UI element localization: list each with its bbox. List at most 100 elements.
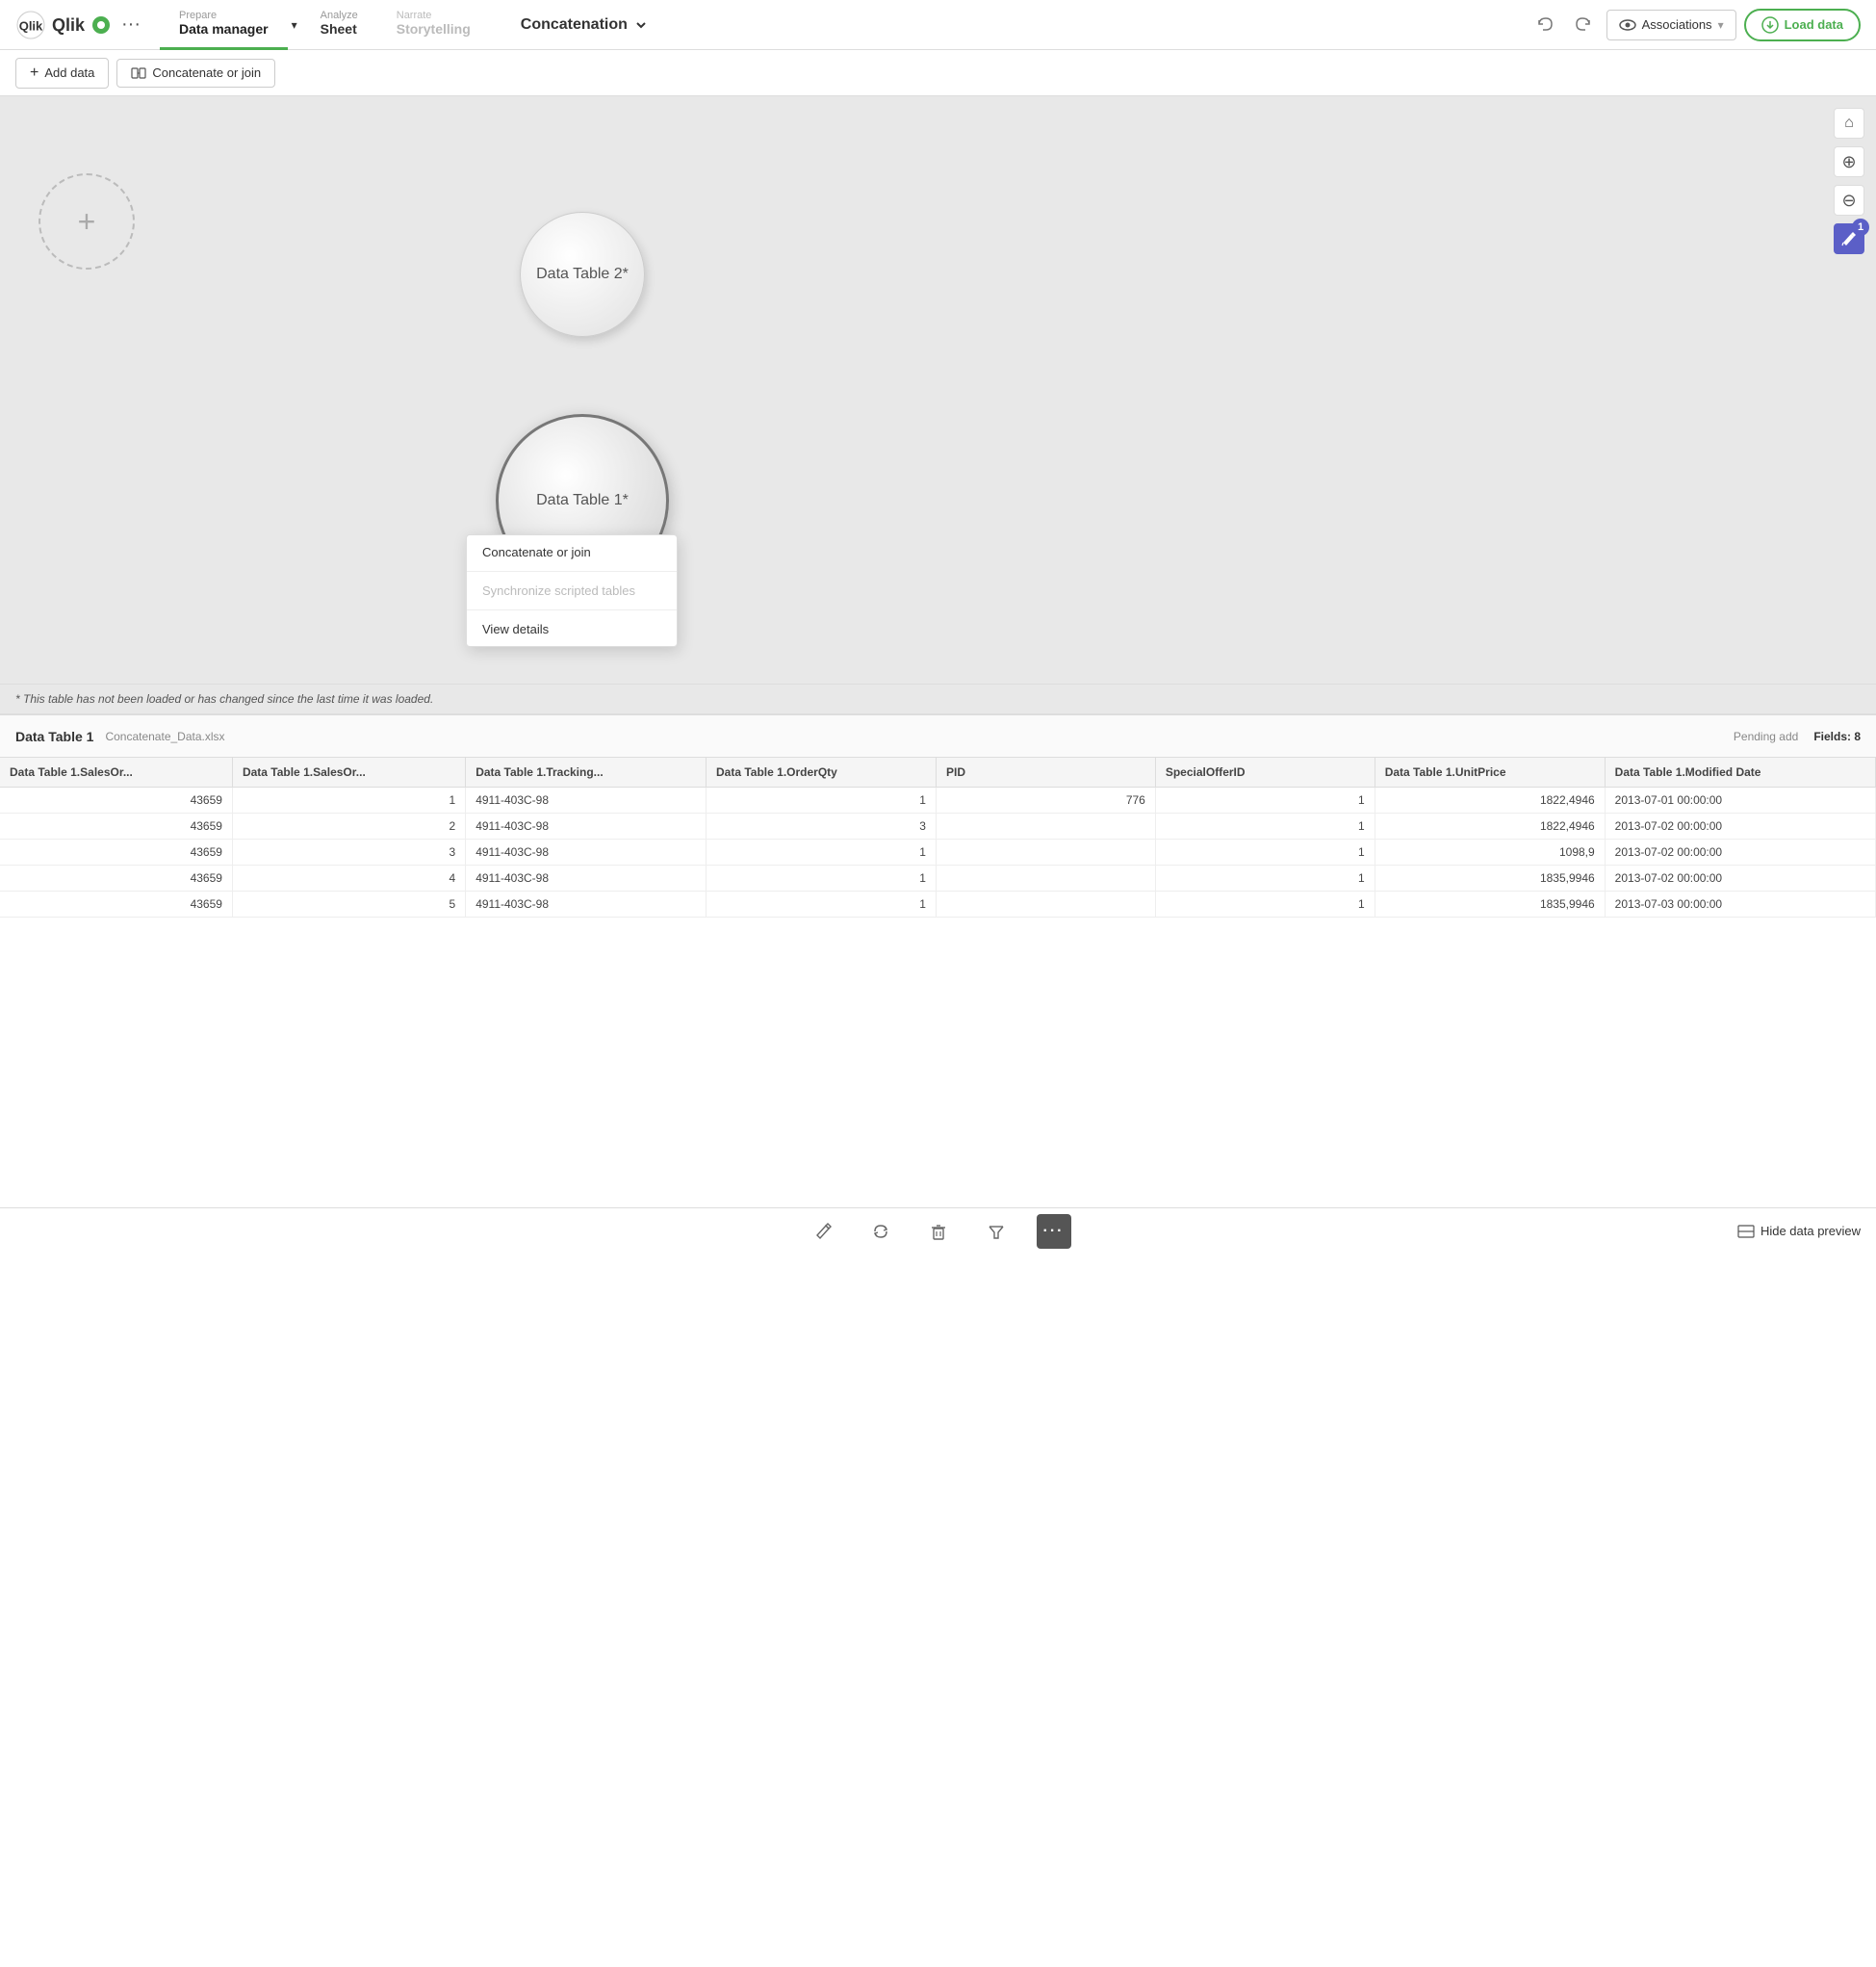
qlik-accent-icon <box>92 16 110 34</box>
filter-icon <box>987 1222 1006 1241</box>
add-data-label: Add data <box>44 65 94 80</box>
concatenation-dropdown-button[interactable]: Concatenation <box>509 11 660 39</box>
concatenate-join-button[interactable]: Concatenate or join <box>116 59 275 88</box>
table-cell: 4911-403C-98 <box>466 814 707 840</box>
add-data-button[interactable]: + Add data <box>15 58 109 89</box>
refresh-bottom-button[interactable] <box>863 1214 898 1249</box>
load-data-button[interactable]: Load data <box>1744 9 1861 41</box>
table-cell: 43659 <box>0 840 232 866</box>
table-cell: 2013-07-02 00:00:00 <box>1605 840 1875 866</box>
context-menu-sync-scripted: Synchronize scripted tables <box>467 574 677 608</box>
table-header-row: Data Table 1.SalesOr...Data Table 1.Sale… <box>0 758 1876 788</box>
table-cell: 2013-07-02 00:00:00 <box>1605 866 1875 892</box>
table-cell: 1 <box>707 840 937 866</box>
zoom-in-icon: ⊕ <box>1841 152 1856 172</box>
table-cell: 1822,4946 <box>1375 788 1605 814</box>
more-dots-icon: ··· <box>1043 1223 1065 1240</box>
nav-prepare[interactable]: Prepare Data manager <box>160 0 288 50</box>
data-preview: Data Table 1 Concatenate_Data.xlsx Pendi… <box>0 713 1876 1967</box>
canvas-edit-button[interactable]: 1 <box>1834 223 1864 254</box>
filter-bottom-button[interactable] <box>979 1214 1014 1249</box>
load-data-label: Load data <box>1785 17 1843 32</box>
table-row: 4365944911-403C-98111835,99462013-07-02 … <box>0 866 1876 892</box>
table-row: 4365914911-403C-98177611822,49462013-07-… <box>0 788 1876 814</box>
edit-bottom-icon <box>813 1222 833 1241</box>
context-menu-divider-2 <box>467 609 677 610</box>
table-cell: 1 <box>1155 840 1375 866</box>
nav-analyze-sub: Analyze <box>321 10 358 21</box>
delete-icon <box>929 1222 948 1241</box>
associations-button[interactable]: Associations ▾ <box>1606 10 1736 40</box>
redo-button[interactable] <box>1568 10 1599 40</box>
nav-prepare-sub: Prepare <box>179 10 217 21</box>
canvas-home-button[interactable]: ⌂ <box>1834 108 1864 139</box>
table-cell: 4911-403C-98 <box>466 840 707 866</box>
qlik-logo-q-icon: Qlik <box>52 15 87 35</box>
table-header-cell: Data Table 1.UnitPrice <box>1375 758 1605 788</box>
qlik-logo-icon: Qlik <box>15 10 46 40</box>
table-header-cell: PID <box>936 758 1155 788</box>
table-cell: 43659 <box>0 814 232 840</box>
table-row: 4365924911-403C-98311822,49462013-07-02 … <box>0 814 1876 840</box>
refresh-icon <box>871 1222 890 1241</box>
table-row: 4365954911-403C-98111835,99462013-07-03 … <box>0 892 1876 918</box>
footnote-text: * This table has not been loaded or has … <box>15 692 433 706</box>
associations-eye-icon <box>1619 16 1636 34</box>
context-menu-view-details[interactable]: View details <box>467 612 677 646</box>
table-cell: 2013-07-03 00:00:00 <box>1605 892 1875 918</box>
edit-bottom-button[interactable] <box>806 1214 840 1249</box>
data-manager-dropdown[interactable]: ▾ <box>288 18 301 32</box>
table-cell: 3 <box>707 814 937 840</box>
load-data-icon <box>1761 16 1779 34</box>
canvas-footnote: * This table has not been loaded or has … <box>0 684 1876 713</box>
table-header-cell: Data Table 1.Modified Date <box>1605 758 1875 788</box>
edit-badge: 1 <box>1852 219 1869 236</box>
data-preview-title: Data Table 1 <box>15 729 93 744</box>
canvas-area: + Data Table 2* Data Table 1* ⌂ ⊕ ⊖ 1 Co… <box>0 96 1876 684</box>
table-cell: 43659 <box>0 788 232 814</box>
data-preview-header: Data Table 1 Concatenate_Data.xlsx Pendi… <box>0 715 1876 758</box>
table-cell: 1822,4946 <box>1375 814 1605 840</box>
data-preview-subtitle: Concatenate_Data.xlsx <box>105 730 224 743</box>
canvas-zoom-out-button[interactable]: ⊖ <box>1834 185 1864 216</box>
hide-data-preview-button[interactable]: Hide data preview <box>1737 1223 1861 1240</box>
delete-bottom-button[interactable] <box>921 1214 956 1249</box>
table-cell: 1 <box>1155 814 1375 840</box>
table-cell: 1 <box>1155 788 1375 814</box>
associations-label: Associations <box>1642 17 1712 32</box>
top-nav: Qlik Qlik ··· Prepare Data manager ▾ Ana… <box>0 0 1876 50</box>
table-cell: 2013-07-02 00:00:00 <box>1605 814 1875 840</box>
add-table-circle[interactable]: + <box>39 173 135 270</box>
nav-more-button[interactable]: ··· <box>121 13 141 36</box>
table-cell: 1835,9946 <box>1375 892 1605 918</box>
nav-narrate-main: Storytelling <box>397 21 471 37</box>
table-cell: 1 <box>707 866 937 892</box>
table-header-cell: Data Table 1.SalesOr... <box>232 758 465 788</box>
table-header-cell: Data Table 1.SalesOr... <box>0 758 232 788</box>
home-icon: ⌂ <box>1844 115 1854 132</box>
zoom-out-icon: ⊖ <box>1841 191 1856 211</box>
table-cell: 1835,9946 <box>1375 866 1605 892</box>
nav-narrate[interactable]: Narrate Storytelling <box>377 0 490 50</box>
add-icon: + <box>30 65 39 82</box>
table-header-cell: SpecialOfferID <box>1155 758 1375 788</box>
concatenate-icon <box>131 65 146 81</box>
undo-button[interactable] <box>1529 10 1560 40</box>
table-cell: 776 <box>936 788 1155 814</box>
table-cell: 4 <box>232 866 465 892</box>
table-cell: 1 <box>707 788 937 814</box>
table-cell: 4911-403C-98 <box>466 788 707 814</box>
table-cell: 3 <box>232 840 465 866</box>
context-menu-concatenate-join[interactable]: Concatenate or join <box>467 535 677 569</box>
table-cell: 43659 <box>0 866 232 892</box>
more-bottom-button[interactable]: ··· <box>1037 1214 1071 1249</box>
table-cell: 1 <box>232 788 465 814</box>
data-table-2-node[interactable]: Data Table 2* <box>520 212 645 337</box>
context-menu-divider-1 <box>467 571 677 572</box>
data-table-1-label: Data Table 1* <box>536 492 629 509</box>
fields-count: Fields: 8 <box>1813 730 1861 743</box>
canvas-zoom-in-button[interactable]: ⊕ <box>1834 146 1864 177</box>
nav-analyze[interactable]: Analyze Sheet <box>301 0 377 50</box>
qlik-logo[interactable]: Qlik Qlik <box>15 10 110 40</box>
table-cell <box>936 814 1155 840</box>
